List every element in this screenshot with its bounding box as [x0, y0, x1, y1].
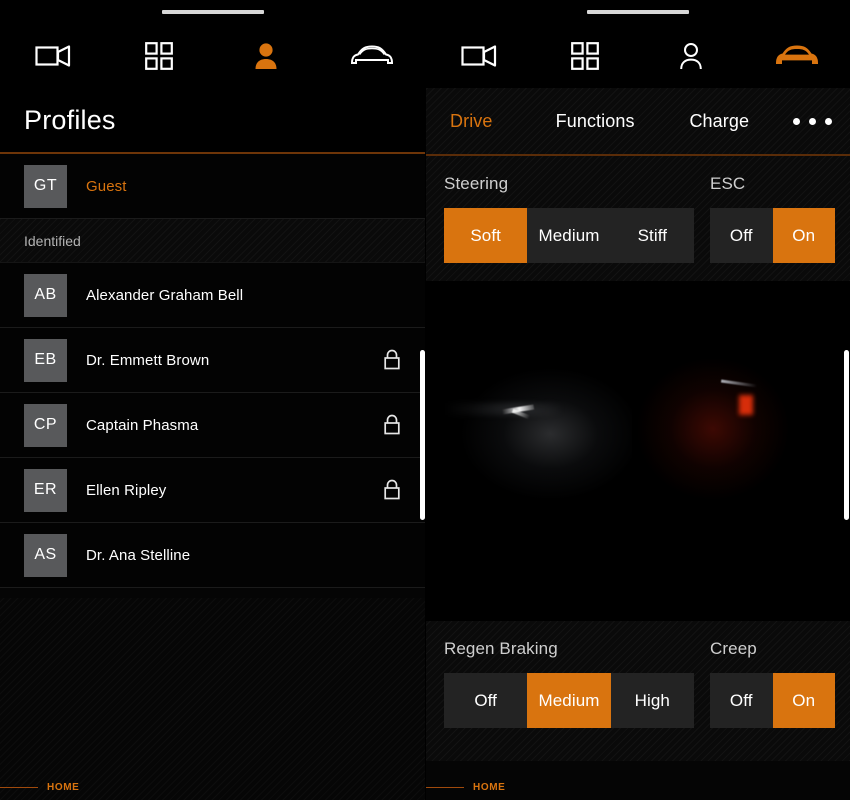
section-header-identified: Identified	[0, 219, 425, 263]
avatar: AB	[24, 273, 67, 317]
nav-item-vehicle[interactable]	[319, 24, 425, 88]
vehicle-render	[426, 281, 850, 621]
segmented-control-regen-braking: Off Medium High	[444, 673, 694, 728]
status-handle-icon	[161, 10, 264, 14]
control-label-esc: ESC	[710, 174, 746, 193]
home-indicator-line	[0, 786, 38, 788]
list-item-label: Guest	[86, 177, 127, 195]
top-nav-right	[426, 24, 850, 88]
list-empty-area	[0, 598, 425, 800]
tab-drive[interactable]: Drive	[444, 111, 499, 132]
car-icon	[350, 43, 394, 69]
segment-steering-soft[interactable]: Soft	[444, 208, 528, 263]
status-bar-left	[0, 0, 425, 24]
segment-regen-medium[interactable]: Medium	[527, 673, 611, 728]
segment-esc-off[interactable]: Off	[710, 208, 773, 263]
list-item-profile[interactable]: EB Dr. Emmett Brown	[0, 328, 425, 393]
apps-grid-icon	[145, 42, 174, 70]
apps-grid-icon	[571, 42, 599, 70]
list-item-guest[interactable]: GT Guest	[0, 154, 425, 219]
dot	[809, 117, 816, 125]
car-icon	[775, 43, 819, 69]
avatar: CP	[24, 403, 67, 447]
control-label-creep: Creep	[710, 639, 757, 658]
avatar: GT	[24, 164, 67, 208]
segment-regen-off[interactable]: Off	[444, 673, 528, 728]
status-handle-icon	[587, 10, 689, 14]
segment-creep-on[interactable]: On	[772, 673, 835, 728]
home-label: HOME	[47, 781, 80, 793]
segment-esc-on[interactable]: On	[772, 208, 835, 263]
nav-item-profiles[interactable]	[213, 24, 319, 88]
list-item-profile[interactable]: AB Alexander Graham Bell	[0, 263, 425, 328]
dual-panel-screen: Profiles GT Guest Identified AB Alexande…	[0, 0, 850, 800]
list-item-label: Dr. Ana Stelline	[86, 546, 191, 564]
segment-creep-off[interactable]: Off	[710, 673, 773, 728]
tab-functions[interactable]: Functions	[550, 111, 641, 132]
avatar: ER	[24, 468, 67, 512]
dot	[793, 117, 800, 125]
top-nav-left	[0, 24, 425, 88]
right-panel-vehicle: Drive Functions Charge Steering ESC Soft…	[425, 0, 850, 800]
nav-item-camera[interactable]	[0, 24, 106, 88]
scrollbar-vehicle[interactable]	[844, 350, 849, 520]
nav-item-vehicle[interactable]	[744, 24, 850, 88]
taillight-glow	[638, 359, 788, 499]
control-label-steering: Steering	[444, 174, 509, 193]
nav-item-camera[interactable]	[426, 24, 532, 88]
control-label-regen-braking: Regen Braking	[444, 639, 558, 658]
headlight-glow	[462, 369, 632, 499]
profiles-list: GT Guest Identified AB Alexander Graham …	[0, 154, 425, 588]
home-bar-left[interactable]: HOME	[0, 774, 425, 800]
lock-icon	[383, 479, 401, 501]
controls-bottom: Regen Braking Creep Off Medium High Off …	[426, 621, 850, 761]
segment-steering-medium[interactable]: Medium	[527, 208, 611, 263]
segment-steering-stiff[interactable]: Stiff	[610, 208, 694, 263]
segmented-control-steering: Soft Medium Stiff	[444, 208, 694, 263]
segment-regen-high[interactable]: High	[610, 673, 694, 728]
tab-bar: Drive Functions Charge	[426, 88, 850, 154]
lock-icon	[383, 349, 401, 371]
status-bar-right	[426, 0, 850, 24]
dot	[825, 117, 832, 125]
controls-top: Steering ESC Soft Medium Stiff Off On	[426, 156, 850, 281]
section-header-label: Identified	[24, 232, 81, 249]
avatar: EB	[24, 338, 67, 382]
page-title: Profiles	[24, 104, 116, 135]
home-bar-right[interactable]: HOME	[426, 774, 850, 800]
segmented-control-creep: Off On	[710, 673, 835, 728]
taillight-lamp	[739, 395, 753, 415]
camera-icon	[461, 43, 497, 69]
home-label: HOME	[473, 781, 506, 793]
list-item-profile[interactable]: AS Dr. Ana Stelline	[0, 523, 425, 588]
list-item-label: Alexander Graham Bell	[86, 286, 244, 304]
camera-icon	[35, 43, 71, 69]
person-icon	[678, 42, 704, 70]
list-item-label: Ellen Ripley	[86, 481, 167, 499]
home-indicator-line	[426, 786, 464, 788]
tab-charge[interactable]: Charge	[683, 111, 755, 132]
left-panel-profiles: Profiles GT Guest Identified AB Alexande…	[0, 0, 425, 800]
page-title-container: Profiles	[0, 88, 425, 152]
list-item-profile[interactable]: CP Captain Phasma	[0, 393, 425, 458]
nav-item-apps[interactable]	[532, 24, 638, 88]
nav-item-profiles[interactable]	[638, 24, 744, 88]
avatar: AS	[24, 533, 67, 577]
list-item-profile[interactable]: ER Ellen Ripley	[0, 458, 425, 523]
list-item-label: Dr. Emmett Brown	[86, 351, 210, 369]
segmented-control-esc: Off On	[710, 208, 835, 263]
list-item-label: Captain Phasma	[86, 416, 199, 434]
tab-overflow-icon[interactable]	[793, 117, 832, 125]
lock-icon	[383, 414, 401, 436]
nav-item-apps[interactable]	[106, 24, 212, 88]
person-icon	[253, 42, 279, 70]
